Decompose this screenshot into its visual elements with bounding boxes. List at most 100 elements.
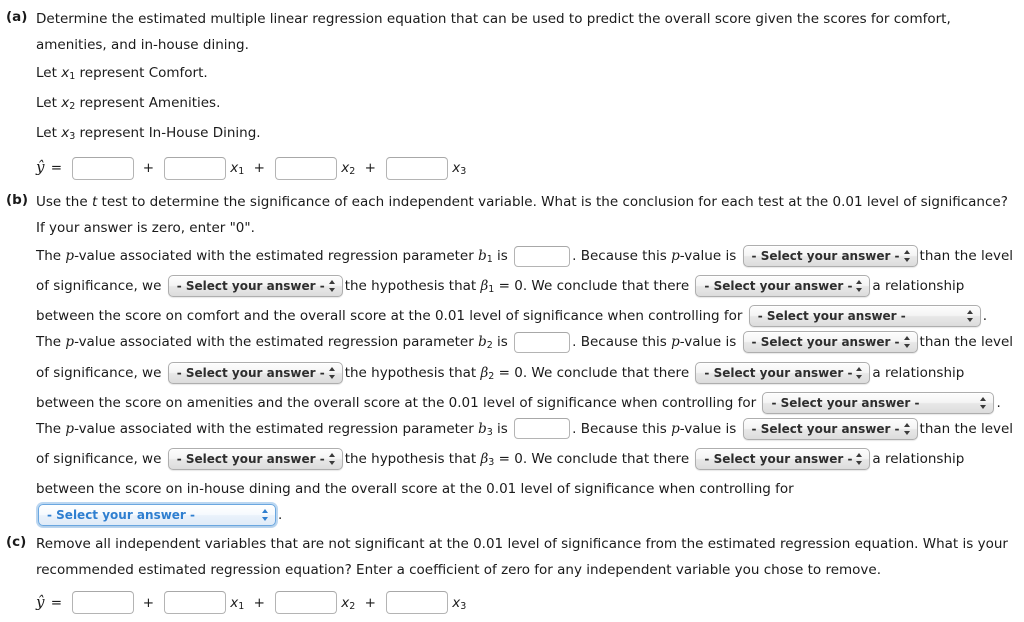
select-comparison-b3-label: - Select your answer -: [751, 421, 900, 436]
stmt1-hyp: the hypothesis that: [344, 278, 481, 295]
variable-x1: x1: [61, 65, 76, 83]
coefficient-x1-input-a[interactable]: [164, 156, 227, 180]
select-hypothesis-b2[interactable]: - Select your answer -: [167, 361, 343, 384]
part-b-label: (b): [6, 192, 29, 209]
part-a-label: (a): [6, 9, 28, 25]
part-a-prompt: Determine the estimated multiple linear …: [36, 11, 951, 53]
stmt1-is: is: [492, 248, 508, 265]
chevron-updown-icon: [903, 422, 911, 436]
parameter-b2-symbol: b2: [478, 334, 493, 352]
equation-var-x2-a: x2: [341, 160, 356, 178]
let-suffix-x2: represent Amenities.: [75, 95, 221, 112]
select-relationship-b1[interactable]: - Select your answer -: [695, 275, 871, 298]
stmt2-the: The: [36, 334, 66, 351]
select-controlling-b2[interactable]: - Select your answer -: [762, 391, 995, 414]
equals-sign-a: =: [50, 160, 63, 177]
y-hat-label-a: ŷ: [36, 158, 45, 177]
coefficient-x1-input-c[interactable]: [164, 591, 227, 615]
stmt1-period: .: [982, 308, 988, 325]
regression-equation-a: ŷ = + x1 + x2 + x3: [36, 150, 1014, 187]
p-value-input-b2[interactable]: [514, 331, 571, 353]
beta-1-symbol: β1: [480, 278, 495, 296]
stmt3-is: is: [492, 420, 508, 437]
coefficient-intercept-input-c[interactable]: [72, 591, 135, 615]
p-symbol-2: p: [65, 334, 75, 351]
p-symbol-1: p: [65, 248, 75, 265]
p-value-input-b3[interactable]: [514, 418, 571, 440]
select-hypothesis-b3-label: - Select your answer -: [176, 451, 325, 466]
select-hypothesis-b2-label: - Select your answer -: [176, 365, 325, 380]
chevron-updown-icon: [966, 309, 974, 323]
plus-sign-a-2: +: [253, 160, 265, 177]
stmt1-valueis: -value is: [679, 248, 737, 265]
stmt3-the: The: [36, 420, 66, 437]
select-relationship-b3[interactable]: - Select your answer -: [695, 447, 871, 470]
select-comparison-b1[interactable]: - Select your answer -: [742, 245, 918, 268]
let-prefix-x3: Let: [36, 125, 62, 142]
question-part-a: (a) Determine the estimated multiple lin…: [6, 6, 1014, 58]
select-comparison-b3[interactable]: - Select your answer -: [742, 417, 918, 440]
chevron-updown-icon: [328, 366, 336, 380]
stmt2-text-1: -value associated with the estimated reg…: [74, 334, 479, 351]
select-comparison-b2[interactable]: - Select your answer -: [742, 331, 918, 354]
coefficient-x3-input-c[interactable]: [386, 591, 449, 615]
select-hypothesis-b1[interactable]: - Select your answer -: [167, 275, 343, 298]
let-suffix-x3: represent In-House Dining.: [75, 125, 261, 142]
coefficient-x3-input-a[interactable]: [386, 156, 449, 180]
variable-x2: x2: [61, 95, 76, 113]
coefficient-x2-input-a[interactable]: [275, 156, 338, 180]
p-symbol-1b: p: [671, 248, 680, 265]
chevron-updown-icon: [903, 335, 911, 349]
select-hypothesis-b1-label: - Select your answer -: [176, 279, 325, 294]
equation-var-x1-a: x1: [230, 160, 245, 178]
stmt3-hyp: the hypothesis that: [344, 450, 481, 467]
plus-sign-a-1: +: [142, 160, 154, 177]
select-relationship-b2[interactable]: - Select your answer -: [695, 361, 871, 384]
parameter-b3-symbol: b3: [478, 420, 493, 438]
plus-sign-a-3: +: [364, 160, 376, 177]
let-line-x1: Let x1 represent Comfort.: [36, 60, 1014, 90]
equation-var-x3-c: x3: [452, 594, 467, 612]
chevron-updown-icon: [262, 508, 269, 522]
stmt2-period: .: [996, 394, 1001, 411]
y-hat-label-c: ŷ: [36, 592, 45, 611]
question-page: (a) Determine the estimated multiple lin…: [0, 0, 1024, 622]
select-comparison-b1-label: - Select your answer -: [751, 249, 900, 264]
stmt2-is: is: [492, 334, 508, 351]
stmt3-conclude: = 0. We conclude that there: [494, 450, 690, 467]
chevron-updown-icon: [980, 396, 987, 410]
equation-var-x1-c: x1: [230, 594, 245, 612]
select-controlling-b1-label: - Select your answer -: [757, 309, 906, 324]
select-relationship-b2-label: - Select your answer -: [704, 365, 853, 380]
select-controlling-b1[interactable]: - Select your answer -: [748, 305, 981, 328]
part-b-prompt-pre: Use the: [36, 194, 92, 211]
p-symbol-3: p: [65, 420, 75, 437]
plus-sign-c-3: +: [364, 594, 376, 611]
chevron-updown-icon: [856, 366, 863, 380]
p-symbol-2b: p: [671, 334, 680, 351]
let-prefix-x1: Let: [36, 65, 62, 81]
stmt1-the: The: [36, 248, 66, 265]
stmt1-because: . Because this: [572, 248, 672, 265]
select-comparison-b2-label: - Select your answer -: [751, 335, 900, 350]
t-test-statement-1: The p-value associated with the estimate…: [36, 243, 1014, 329]
p-value-input-b1[interactable]: [514, 245, 571, 267]
stmt1-text-1: -value associated with the estimated reg…: [74, 248, 479, 265]
p-symbol-3b: p: [671, 420, 680, 437]
chevron-updown-icon: [856, 279, 863, 293]
chevron-updown-icon: [328, 279, 336, 293]
select-relationship-b1-label: - Select your answer -: [704, 279, 853, 294]
coefficient-intercept-input-a[interactable]: [72, 156, 135, 180]
coefficient-x2-input-c[interactable]: [275, 591, 338, 615]
question-part-b: (b) Use the t test to determine the sign…: [6, 189, 1014, 241]
select-controlling-b3-label: - Select your answer -: [47, 507, 196, 522]
chevron-updown-icon: [856, 452, 863, 466]
select-hypothesis-b3[interactable]: - Select your answer -: [167, 447, 343, 470]
stmt3-because: . Because this: [572, 420, 672, 437]
plus-sign-c-1: +: [142, 594, 154, 611]
part-b-prompt: Use the t test to determine the signific…: [36, 189, 1014, 241]
stmt2-conclude: = 0. We conclude that there: [494, 364, 690, 381]
select-relationship-b3-label: - Select your answer -: [704, 451, 853, 466]
select-controlling-b3[interactable]: - Select your answer -: [38, 503, 276, 526]
variable-x3: x3: [61, 125, 76, 143]
